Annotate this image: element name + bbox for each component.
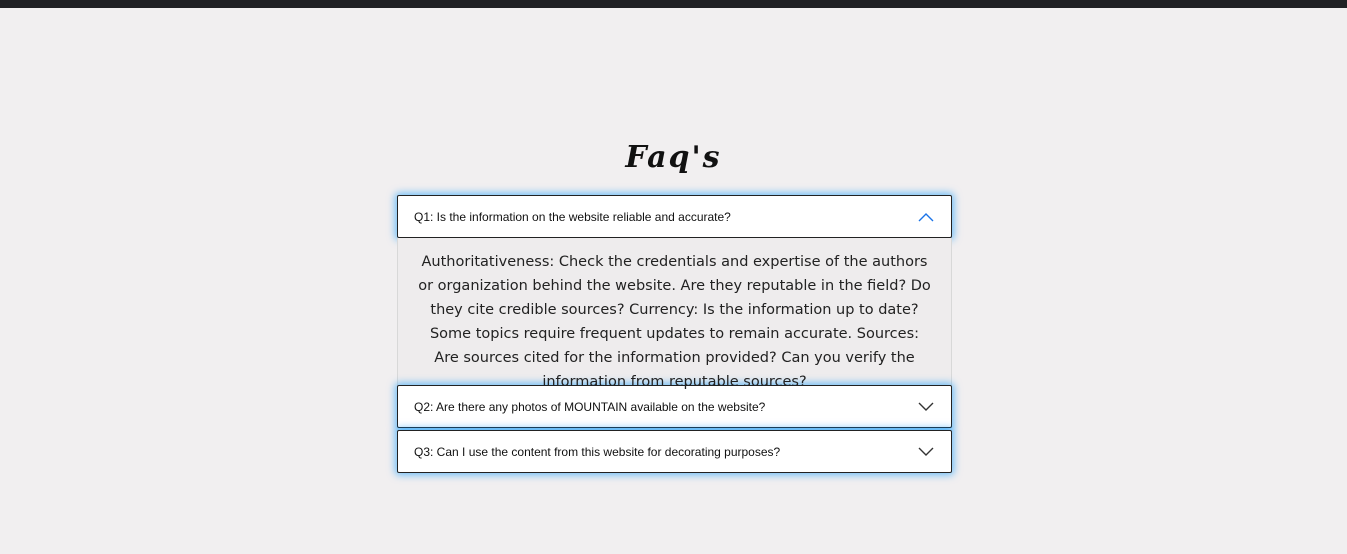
faq-question-2-label: Q2: Are there any photos of MOUNTAIN ava… bbox=[414, 399, 766, 414]
faq-question-3[interactable]: Q3: Can I use the content from this webs… bbox=[397, 430, 952, 473]
faq-accordion: Q1: Is the information on the website re… bbox=[397, 195, 952, 473]
chevron-up-icon[interactable] bbox=[917, 211, 935, 223]
faq-answer-1: Authoritativeness: Check the credentials… bbox=[397, 238, 952, 390]
faq-question-1[interactable]: Q1: Is the information on the website re… bbox=[397, 195, 952, 238]
chevron-down-icon[interactable] bbox=[917, 446, 935, 458]
browser-top-bar bbox=[0, 0, 1347, 8]
faq-question-3-label: Q3: Can I use the content from this webs… bbox=[414, 444, 781, 459]
page-title: Faq's bbox=[625, 140, 722, 175]
chevron-down-icon[interactable] bbox=[917, 401, 935, 413]
faq-question-1-label: Q1: Is the information on the website re… bbox=[414, 209, 731, 224]
